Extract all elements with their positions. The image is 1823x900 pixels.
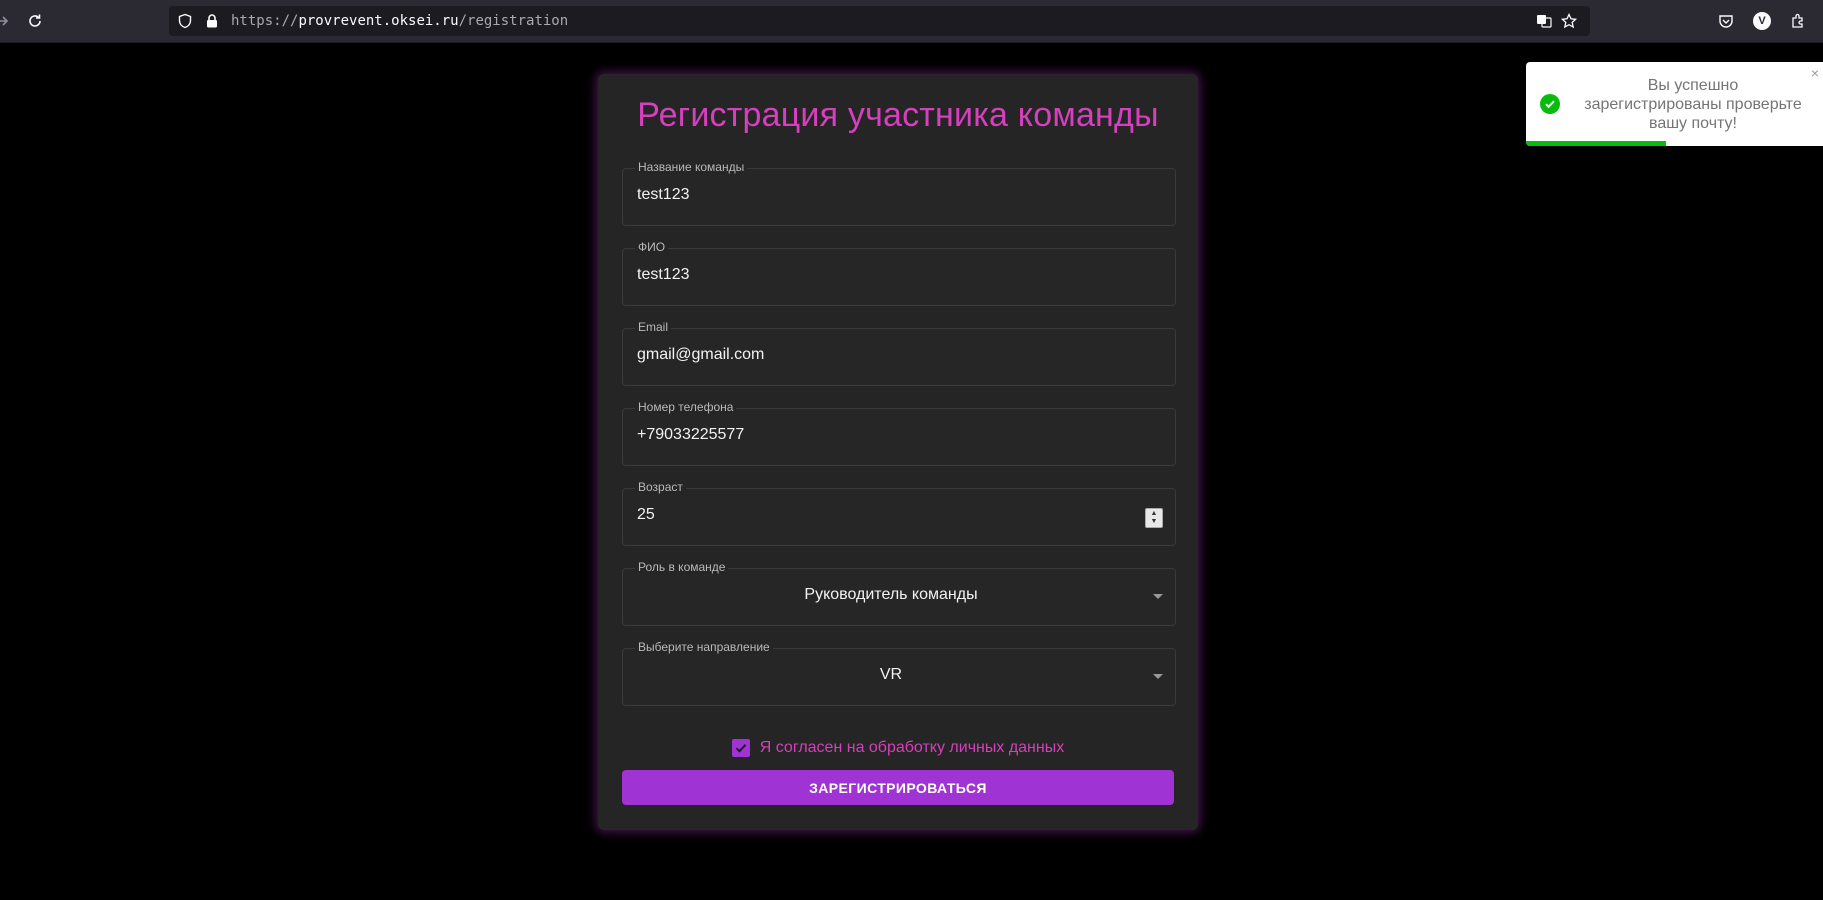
direction-value[interactable]: VR (623, 666, 1159, 684)
full-name-field[interactable]: ФИО test123 (622, 240, 1176, 306)
team-role-select[interactable]: Роль в команде Руководитель команды (622, 560, 1176, 626)
url-path: /registration (458, 13, 569, 29)
url-text[interactable]: https://provrevent.oksei.ru/registration (231, 13, 568, 29)
toast-progress-bar (1526, 141, 1666, 146)
stepper-up-icon[interactable]: ▲ (1151, 510, 1158, 518)
registration-card: Регистрация участника команды Название к… (598, 74, 1198, 830)
consent-row: Я согласен на обработку личных данных (598, 736, 1198, 760)
chevron-down-icon[interactable] (1153, 674, 1163, 679)
stepper-down-icon[interactable]: ▼ (1151, 518, 1158, 526)
chevron-down-icon[interactable] (1153, 594, 1163, 599)
team-name-value[interactable]: test123 (637, 186, 689, 204)
avatar: V (1753, 12, 1771, 30)
direction-select[interactable]: Выберите направление VR (622, 640, 1176, 706)
forward-icon[interactable] (0, 10, 14, 32)
url-host: provrevent.oksei.ru (298, 13, 459, 29)
page-title: Регистрация участника команды (637, 96, 1159, 134)
team-role-label: Роль в команде (635, 560, 729, 574)
age-field[interactable]: Возраст 25 ▲ ▼ (622, 480, 1176, 546)
email-value[interactable]: gmail@gmail.com (637, 346, 764, 364)
register-button[interactable]: ЗАРЕГИСТРИРОВАТЬСЯ (622, 770, 1174, 805)
direction-label: Выберите направление (635, 640, 773, 654)
consent-checkbox[interactable] (731, 739, 750, 757)
phone-value[interactable]: +79033225577 (637, 426, 744, 444)
full-name-label: ФИО (635, 240, 669, 254)
reload-icon[interactable] (24, 10, 46, 32)
success-check-icon (1540, 94, 1560, 114)
url-scheme: https:// (231, 13, 299, 29)
browser-toolbar: https://provrevent.oksei.ru/registration… (0, 0, 1823, 43)
team-role-value[interactable]: Руководитель команды (623, 586, 1159, 604)
pocket-icon[interactable] (1715, 10, 1737, 32)
phone-field[interactable]: Номер телефона +79033225577 (622, 400, 1176, 466)
check-icon (735, 744, 746, 753)
shield-icon[interactable] (177, 13, 193, 29)
email-field[interactable]: Email gmail@gmail.com (622, 320, 1176, 386)
address-bar[interactable]: https://provrevent.oksei.ru/registration (169, 6, 1590, 36)
lock-icon[interactable] (204, 13, 220, 29)
age-value[interactable]: 25 (637, 506, 655, 524)
age-stepper[interactable]: ▲ ▼ (1145, 508, 1163, 528)
age-label: Возраст (635, 480, 686, 494)
full-name-value[interactable]: test123 (637, 266, 689, 284)
toast-message: Вы успешно зарегистрированы проверьте ва… (1584, 77, 1802, 132)
team-name-field[interactable]: Название команды test123 (622, 160, 1176, 226)
bookmark-star-icon[interactable] (1560, 12, 1578, 29)
team-name-label: Название команды (635, 160, 748, 174)
email-label: Email (635, 320, 672, 334)
translate-icon[interactable] (1536, 13, 1552, 29)
extensions-icon[interactable] (1787, 10, 1809, 32)
phone-label: Номер телефона (635, 400, 737, 414)
close-icon[interactable]: × (1811, 66, 1819, 80)
success-toast: Вы успешно зарегистрированы проверьте ва… (1526, 62, 1823, 146)
consent-label[interactable]: Я согласен на обработку личных данных (760, 739, 1064, 757)
profile-icon[interactable]: V (1751, 10, 1773, 32)
